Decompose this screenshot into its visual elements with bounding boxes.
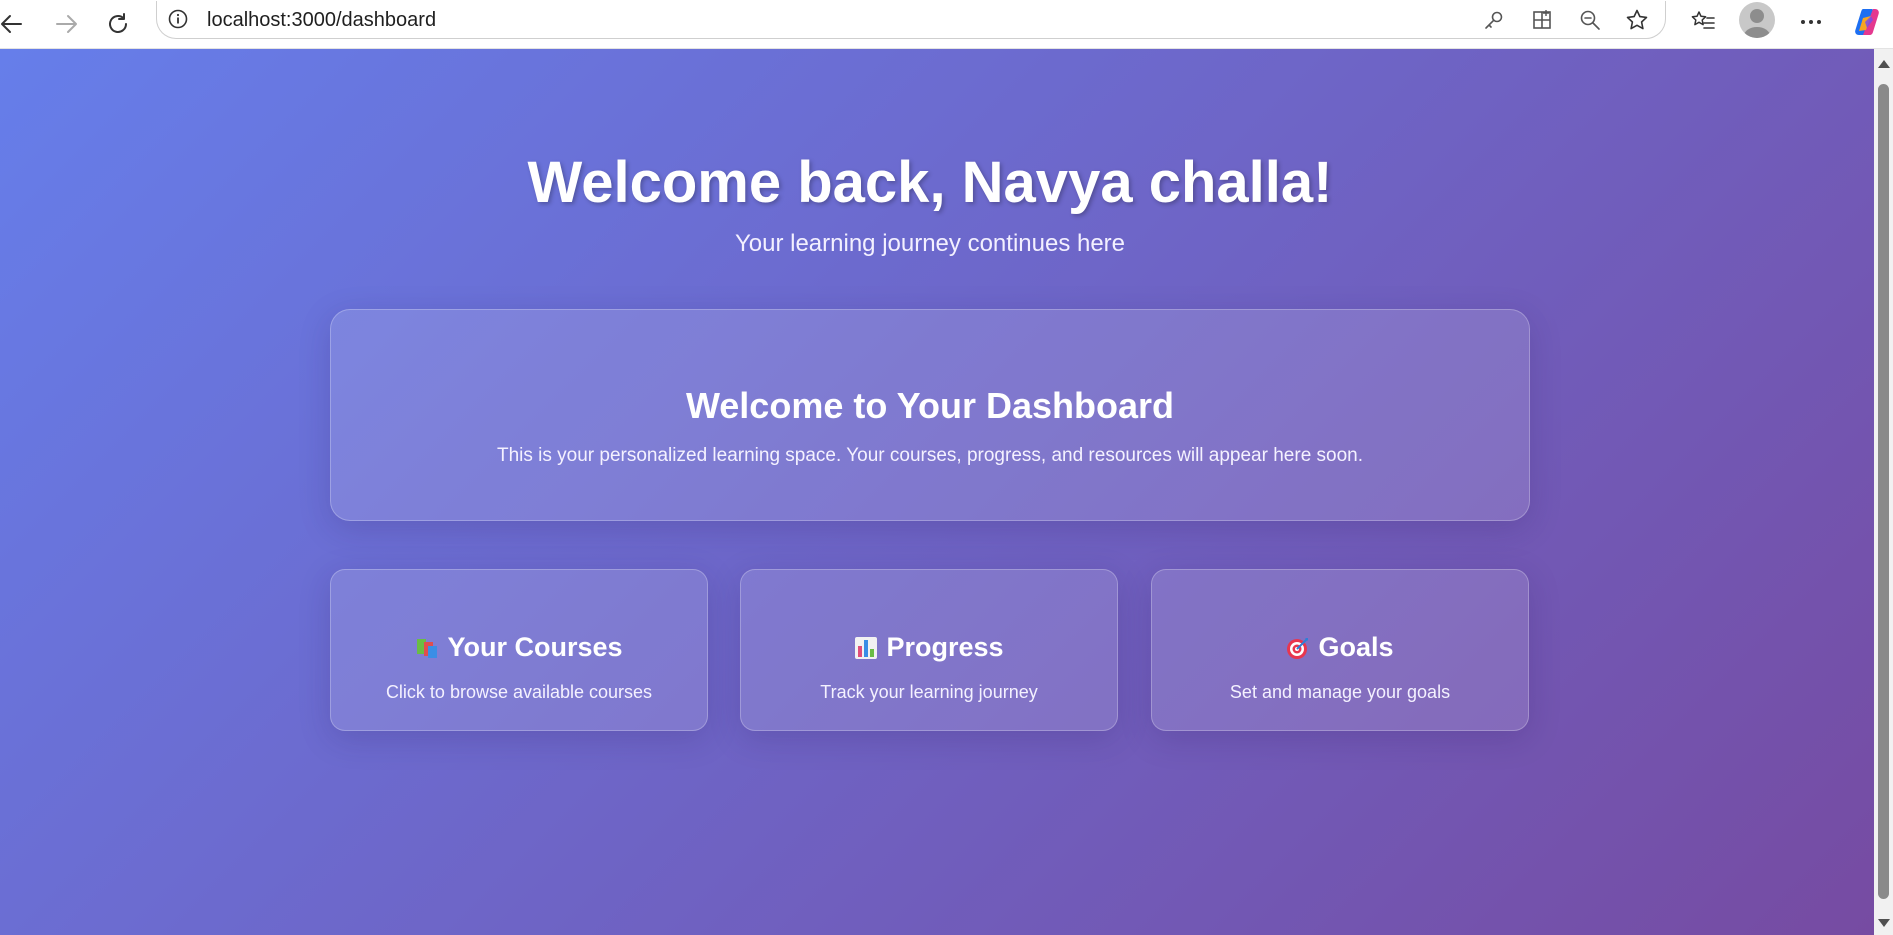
target-icon [1286,636,1310,660]
scroll-thumb[interactable] [1878,84,1889,899]
refresh-icon[interactable] [100,6,136,42]
page-title: Welcome back, Navya challa! [527,150,1333,215]
page-subtitle: Your learning journey continues here [734,230,1126,257]
more-icon[interactable] [1793,4,1829,40]
vertical-scrollbar[interactable] [1874,49,1893,935]
goals-card[interactable]: Goals Set and manage your goals [1151,569,1529,731]
welcome-card: Welcome to Your Dashboard This is your p… [330,309,1530,521]
browser-toolbar: localhost:3000/dashboard [0,0,1893,49]
zoom-out-icon[interactable] [1577,7,1603,33]
welcome-card-text: This is your personalized learning space… [496,445,1364,466]
courses-card-title: Your Courses [447,632,623,662]
goals-card-title: Goals [1318,632,1394,662]
progress-card-title: Progress [886,632,1004,662]
back-arrow-icon[interactable] [0,6,30,42]
progress-card-description: Track your learning journey [820,682,1038,702]
forward-arrow-icon[interactable] [48,6,84,42]
courses-card-description: Click to browse available courses [385,682,653,702]
scroll-up-arrow-icon[interactable] [1878,60,1890,68]
books-icon [415,636,439,660]
copilot-icon[interactable] [1849,4,1885,40]
favorites-icon[interactable] [1685,4,1721,40]
profile-avatar[interactable] [1739,2,1775,38]
address-bar[interactable]: localhost:3000/dashboard [156,1,1666,39]
app-grid-icon[interactable] [1529,7,1555,33]
progress-card[interactable]: Progress Track your learning journey [740,569,1118,731]
star-icon[interactable] [1624,7,1650,33]
dashboard-page: Welcome back, Navya challa! Your learnin… [0,49,1874,935]
scroll-down-arrow-icon[interactable] [1878,919,1890,927]
goals-card-description: Set and manage your goals [1229,682,1451,702]
courses-card[interactable]: Your Courses Click to browse available c… [330,569,708,731]
welcome-card-title: Welcome to Your Dashboard [685,385,1175,426]
key-icon[interactable] [1481,7,1507,33]
bar-chart-icon [854,636,878,660]
url-text[interactable]: localhost:3000/dashboard [207,8,436,32]
info-icon[interactable] [168,9,188,29]
